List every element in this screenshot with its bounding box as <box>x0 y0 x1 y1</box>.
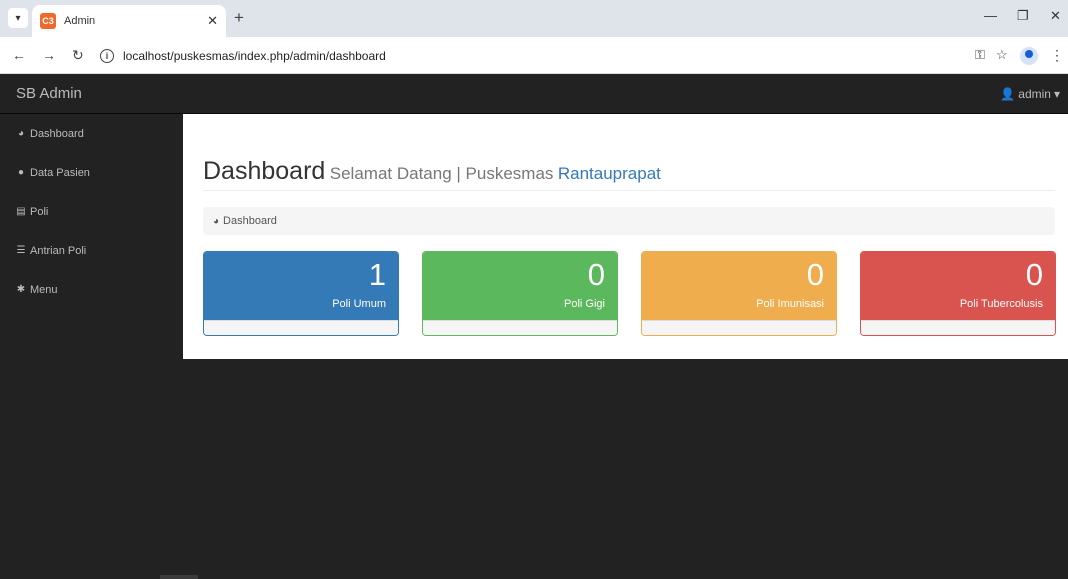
cog-icon: ✱ <box>16 284 26 295</box>
page-title: Dashboard <box>203 157 326 185</box>
sidebar-item-dashboard[interactable]: ◕ Dashboard <box>0 114 183 153</box>
url-input[interactable]: i localhost/puskesmas/index.php/admin/da… <box>100 43 966 68</box>
panel-label: Poli Gigi <box>564 298 605 310</box>
list-icon: ☰ <box>16 245 26 256</box>
dashboard-icon: ◕ <box>17 128 25 139</box>
favicon-icon: C3 <box>40 13 56 29</box>
app-navbar: SB Admin 👤 admin ▾ <box>0 74 1068 114</box>
sidebar-item-label: Menu <box>30 283 58 296</box>
menu-dots-icon[interactable]: ⋮ <box>1050 47 1064 64</box>
restore-icon[interactable]: ❐ <box>1017 8 1029 24</box>
sidebar-item-poli[interactable]: ▤ Poli <box>0 192 183 231</box>
panel-poli-umum[interactable]: 1 Poli Umum <box>203 251 399 336</box>
panel-footer[interactable] <box>204 320 398 335</box>
page-subtitle: Selamat Datang | Puskesmas <box>329 164 554 183</box>
panel-poli-imunisasi[interactable]: 0 Poli Imunisasi <box>641 251 837 336</box>
user-icon: ● <box>17 167 25 178</box>
panel-count: 0 <box>587 257 605 292</box>
password-key-icon[interactable]: ⚿ <box>975 47 985 63</box>
panel-heading: 0 Poli Gigi <box>423 252 617 320</box>
scrollbar-thumb[interactable] <box>160 575 198 579</box>
new-tab-icon[interactable]: + <box>234 8 244 28</box>
panel-footer[interactable] <box>642 320 836 335</box>
user-icon: 👤 <box>1000 87 1016 101</box>
user-dropdown[interactable]: 👤 admin ▾ <box>1000 87 1060 101</box>
sidebar-item-antrian-poli[interactable]: ☰ Antrian Poli <box>0 231 183 270</box>
address-bar: ← → ↻ i localhost/puskesmas/index.php/ad… <box>0 37 1068 74</box>
sidebar-item-label: Data Pasien <box>30 166 90 179</box>
panel-count: 0 <box>1025 257 1043 292</box>
sidebar-item-label: Poli <box>30 205 49 218</box>
forward-icon[interactable]: → <box>42 47 56 63</box>
reload-icon[interactable]: ↻ <box>72 47 84 64</box>
close-icon[interactable]: ✕ <box>207 13 218 29</box>
caret-down-icon: ▾ <box>1053 87 1060 101</box>
dashboard-icon: ◕ <box>213 215 220 227</box>
panel-heading: 1 Poli Umum <box>204 252 398 320</box>
close-window-icon[interactable]: ✕ <box>1050 8 1061 24</box>
url-text: localhost/puskesmas/index.php/admin/dash… <box>123 48 386 63</box>
info-icon[interactable]: i <box>100 48 114 63</box>
panel-footer[interactable] <box>861 320 1055 335</box>
sidebar-item-label: Dashboard <box>30 127 84 140</box>
minimize-icon[interactable]: — <box>984 8 997 23</box>
puskesmas-link[interactable]: Rantauprapat <box>558 164 661 183</box>
profile-icon[interactable] <box>1020 47 1038 65</box>
star-icon[interactable]: ☆ <box>996 47 1008 63</box>
panel-heading: 0 Poli Tubercolusis <box>861 252 1055 320</box>
sidebar-item-menu[interactable]: ✱ Menu <box>0 270 183 309</box>
tab-list-icon[interactable]: ▾ <box>8 8 28 28</box>
sidebar-item-label: Antrian Poli <box>30 244 87 257</box>
brand-link[interactable]: SB Admin <box>16 85 82 102</box>
list-alt-icon: ▤ <box>16 206 26 217</box>
tab-title: Admin <box>64 15 96 27</box>
panel-count: 0 <box>806 257 824 292</box>
breadcrumb: ◕ Dashboard <box>203 207 1055 235</box>
panel-heading: 0 Poli Imunisasi <box>642 252 836 320</box>
main-content: Dashboard Selamat Datang | Puskesmas Ran… <box>183 114 1068 359</box>
sidebar-item-data-pasien[interactable]: ● Data Pasien <box>0 153 183 192</box>
user-name: admin <box>1018 87 1051 101</box>
sidebar: ◕ Dashboard ● Data Pasien ▤ Poli ☰ Antri… <box>0 114 183 579</box>
page-header: Dashboard Selamat Datang | Puskesmas Ran… <box>203 157 1055 191</box>
panel-label: Poli Tubercolusis <box>959 298 1043 310</box>
panel-label: Poli Imunisasi <box>756 298 824 310</box>
panel-label: Poli Umum <box>332 298 386 310</box>
panel-count: 1 <box>368 257 386 292</box>
panel-poli-tubercolusis[interactable]: 0 Poli Tubercolusis <box>860 251 1056 336</box>
browser-tab[interactable]: C3 Admin ✕ <box>32 5 226 37</box>
back-icon[interactable]: ← <box>12 47 26 63</box>
panel-footer[interactable] <box>423 320 617 335</box>
browser-tab-bar: ▾ C3 Admin ✕ + — ❐ ✕ <box>0 0 1068 37</box>
breadcrumb-label: Dashboard <box>223 215 277 227</box>
panel-poli-gigi[interactable]: 0 Poli Gigi <box>422 251 618 336</box>
